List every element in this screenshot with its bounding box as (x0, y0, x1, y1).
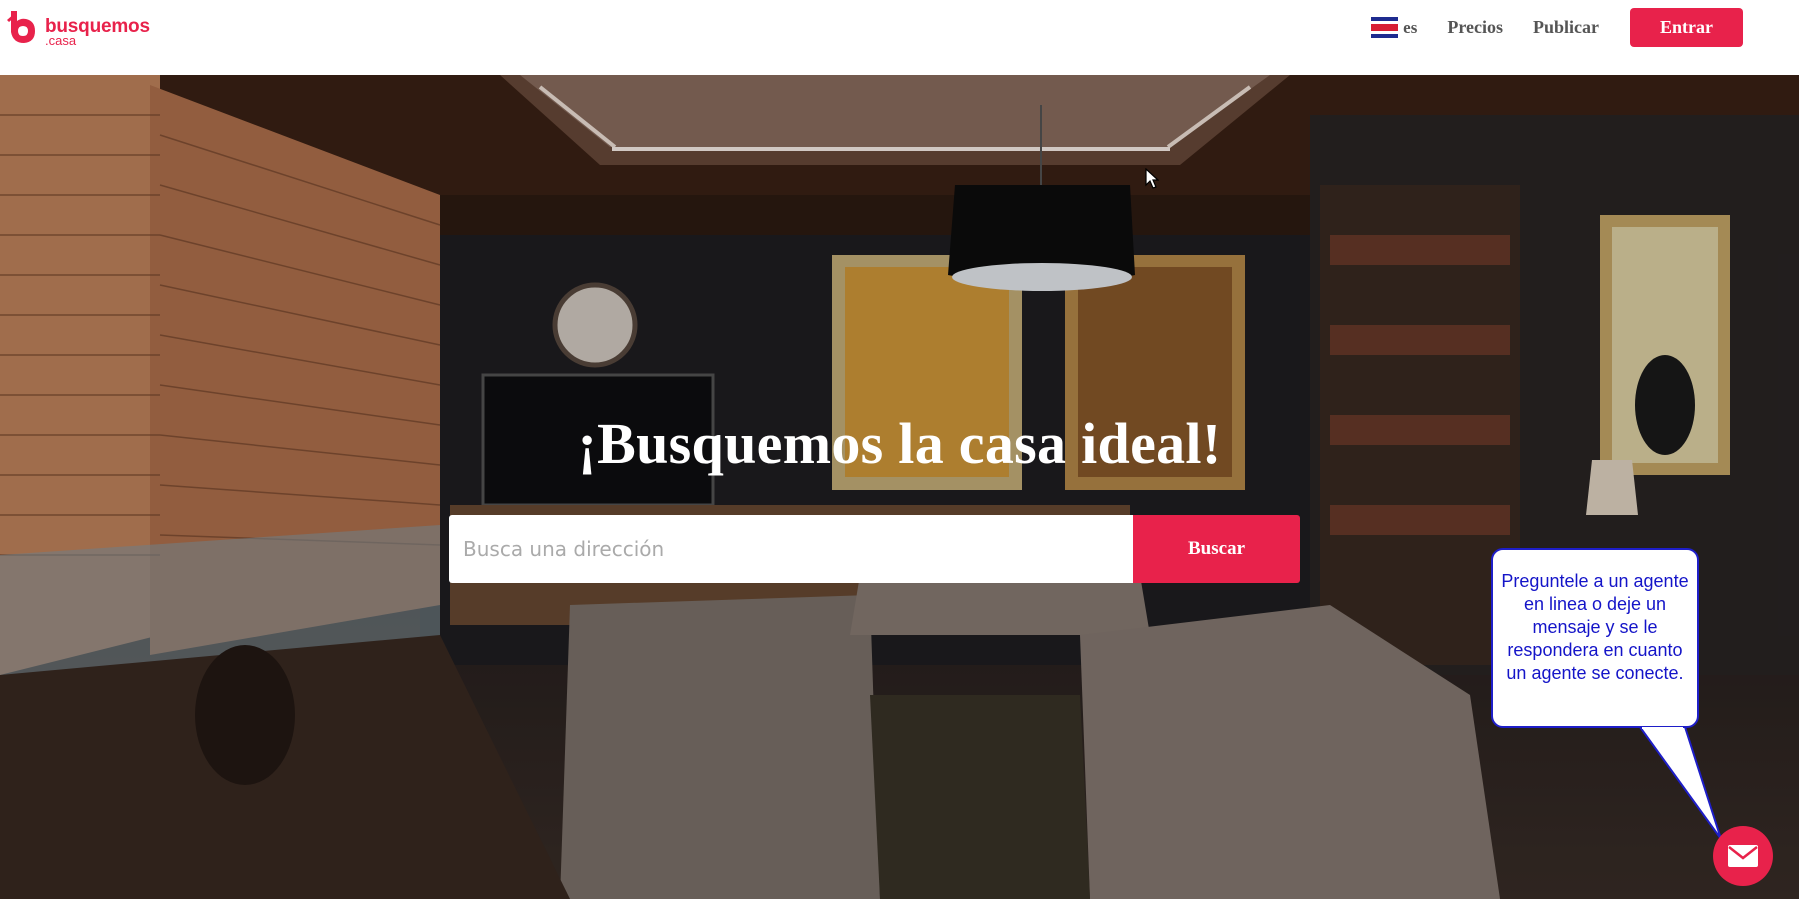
envelope-icon (1728, 845, 1758, 867)
chat-open-button[interactable] (1713, 826, 1773, 886)
login-button[interactable]: Entrar (1630, 8, 1743, 47)
logo[interactable]: busquemos .casa (5, 8, 150, 50)
language-label: es (1403, 17, 1418, 37)
address-search-input[interactable] (449, 515, 1133, 583)
search-button[interactable]: Buscar (1133, 515, 1300, 583)
nav-menu: es Precios Publicar Entrar (1371, 8, 1743, 47)
language-selector[interactable]: es (1371, 17, 1417, 38)
hero-banner: ¡Busquemos la casa ideal! Comprar Alquil… (0, 75, 1799, 899)
nav-link-publicar[interactable]: Publicar (1533, 17, 1599, 38)
chat-bubble-tail (1638, 727, 1722, 840)
mouse-cursor-icon (1145, 168, 1159, 189)
costa-rica-flag-icon (1371, 17, 1399, 38)
logo-text: busquemos .casa (45, 17, 150, 47)
hero-title: ¡Busquemos la casa ideal! (577, 411, 1222, 476)
house-logo-icon (7, 11, 35, 43)
top-navbar: busquemos .casa es Precios Publicar Entr… (0, 0, 1799, 75)
chat-prompt-bubble: Preguntele a un agente en linea o deje u… (1491, 548, 1699, 728)
hero-overlay (0, 75, 1799, 899)
search-bar: Buscar (449, 515, 1300, 583)
nav-link-precios[interactable]: Precios (1447, 17, 1503, 38)
